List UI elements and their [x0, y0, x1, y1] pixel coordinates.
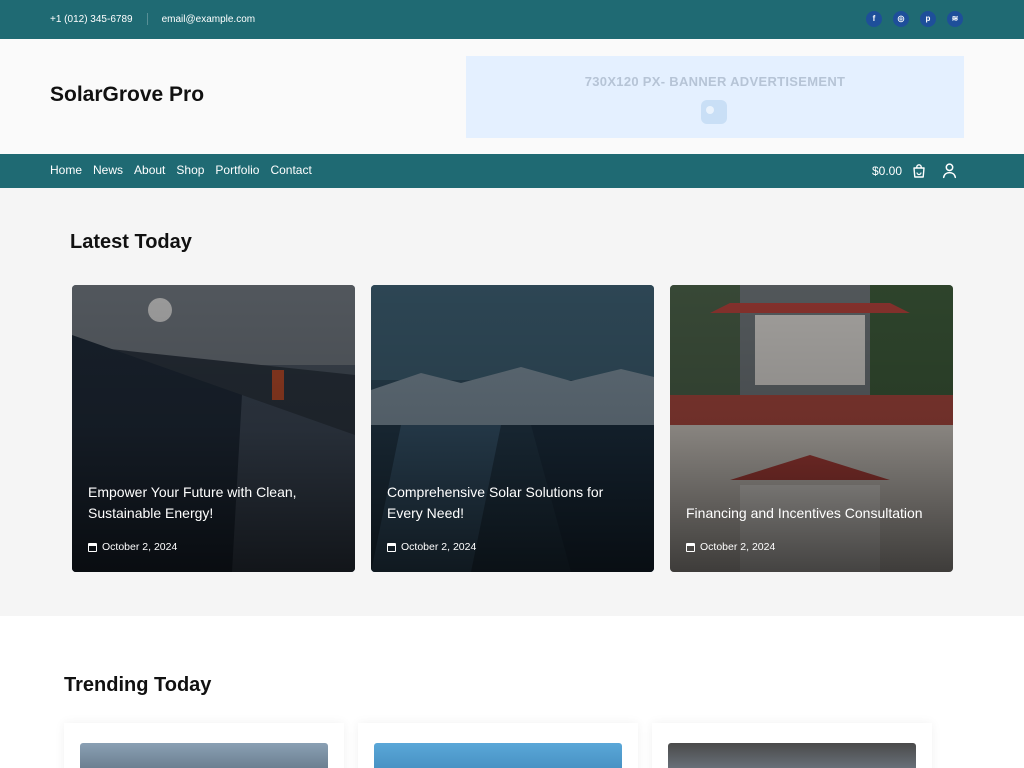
post-date-text: October 2, 2024	[700, 541, 776, 553]
section-heading: Latest Today	[70, 231, 192, 253]
top-bar: +1 (012) 345-6789 email@example.com f ◎ …	[0, 0, 1024, 39]
cart-total[interactable]: $0.00	[872, 164, 902, 178]
user-account-icon[interactable]	[941, 162, 958, 179]
banner-advertisement[interactable]: 730X120 PX- BANNER ADVERTISEMENT	[466, 56, 964, 138]
nav-item-contact[interactable]: Contact	[270, 163, 311, 177]
post-date: October 2, 2024	[387, 541, 476, 553]
trending-card[interactable]	[652, 723, 932, 768]
nav-item-home[interactable]: Home	[50, 163, 82, 177]
calendar-icon	[88, 542, 97, 552]
nav-item-news[interactable]: News	[93, 163, 123, 177]
nav-actions: $0.00	[872, 162, 958, 179]
trending-card[interactable]	[64, 723, 344, 768]
post-card[interactable]: Financing and Incentives Consultation Oc…	[670, 285, 953, 572]
nav-item-shop[interactable]: Shop	[176, 163, 204, 177]
image-overlay	[72, 285, 355, 572]
nav-menu: Home News About Shop Portfolio Contact	[50, 163, 312, 177]
trending-today-section: Trending Today	[0, 616, 1024, 768]
post-date-text: October 2, 2024	[401, 541, 477, 553]
spotify-glyph: ≋	[951, 14, 959, 23]
post-card[interactable]: Comprehensive Solar Solutions for Every …	[371, 285, 654, 572]
image-placeholder-icon	[701, 100, 727, 124]
section-heading: Trending Today	[64, 674, 212, 696]
banner-text: 730X120 PX- BANNER ADVERTISEMENT	[584, 74, 846, 89]
calendar-icon	[387, 542, 396, 552]
calendar-icon	[686, 542, 695, 552]
site-header: SolarGrove Pro 730X120 PX- BANNER ADVERT…	[0, 39, 1024, 154]
latest-today-section: Latest Today Empower Your Future with Cl…	[0, 188, 1024, 616]
divider	[146, 13, 148, 25]
pinterest-icon[interactable]: p	[920, 11, 936, 27]
trending-card[interactable]	[358, 723, 638, 768]
post-title[interactable]: Empower Your Future with Clean, Sustaina…	[88, 482, 339, 524]
shopping-bag-icon[interactable]	[911, 163, 927, 179]
nav-item-portfolio[interactable]: Portfolio	[215, 163, 259, 177]
post-date: October 2, 2024	[88, 541, 177, 553]
trending-thumbnail[interactable]	[80, 743, 328, 768]
phone-number[interactable]: +1 (012) 345-6789	[50, 14, 133, 25]
instagram-icon[interactable]: ◎	[893, 11, 909, 27]
pinterest-glyph: p	[925, 14, 931, 23]
contact-info: +1 (012) 345-6789 email@example.com	[50, 13, 255, 25]
trending-thumbnail[interactable]	[668, 743, 916, 768]
post-date: October 2, 2024	[686, 541, 775, 553]
post-date-text: October 2, 2024	[102, 541, 178, 553]
instagram-glyph: ◎	[897, 14, 905, 23]
facebook-glyph: f	[872, 14, 876, 23]
nav-item-about[interactable]: About	[134, 163, 165, 177]
site-title[interactable]: SolarGrove Pro	[50, 83, 204, 107]
social-links: f ◎ p ≋	[866, 11, 963, 27]
post-title[interactable]: Comprehensive Solar Solutions for Every …	[387, 482, 638, 524]
image-overlay	[371, 285, 654, 572]
post-title[interactable]: Financing and Incentives Consultation	[686, 503, 937, 524]
post-card[interactable]: Empower Your Future with Clean, Sustaina…	[72, 285, 355, 572]
main-navigation: Home News About Shop Portfolio Contact $…	[0, 154, 1024, 188]
trending-thumbnail[interactable]	[374, 743, 622, 768]
image-overlay	[670, 285, 953, 572]
spotify-icon[interactable]: ≋	[947, 11, 963, 27]
email-address[interactable]: email@example.com	[162, 14, 256, 25]
facebook-icon[interactable]: f	[866, 11, 882, 27]
